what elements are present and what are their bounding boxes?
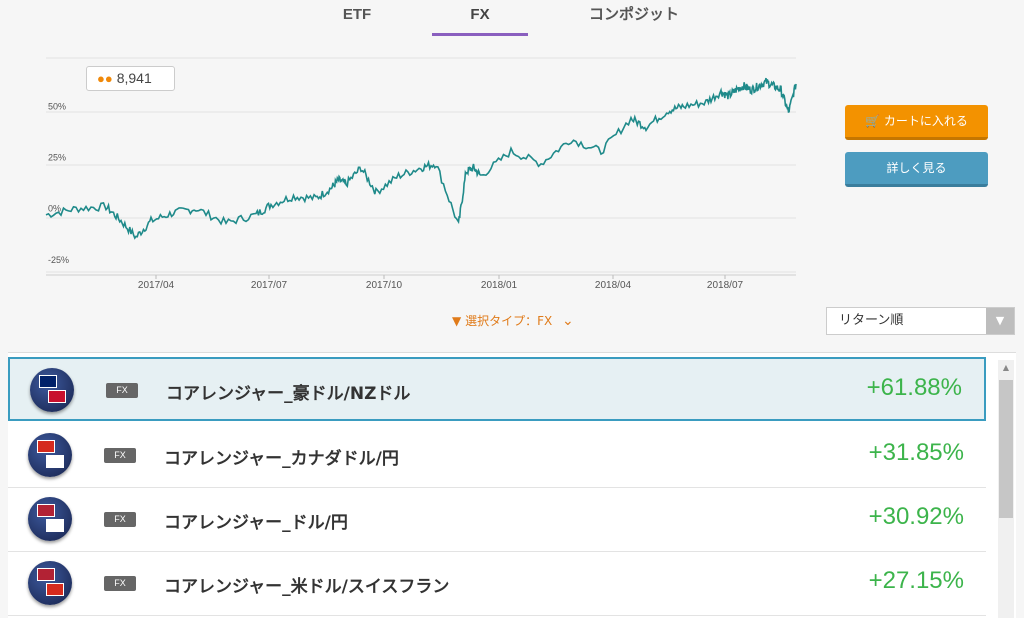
strategy-name: コアレンジャー_米ドル/スイスフラン [164, 577, 450, 597]
type-badge: FX [104, 576, 136, 591]
x-tick-label: 2018/04 [595, 280, 632, 291]
flag-base-icon [37, 568, 55, 581]
flag-quote-icon [48, 390, 66, 403]
dropdown-arrow-icon: ▼ [986, 308, 1014, 334]
list-item[interactable]: FX コアレンジャー_豪ドル/NZドル +61.88% [8, 357, 986, 421]
cart-button-label: カートに入れる [883, 114, 968, 128]
strategy-name: コアレンジャー_カナダドル/円 [164, 449, 399, 469]
flag-base-icon [39, 375, 57, 388]
user-count-badge: ●● 8,941 [86, 66, 175, 91]
type-badge: FX [104, 512, 136, 527]
flag-base-icon [37, 504, 55, 517]
y-tick-label: 25% [48, 153, 66, 163]
scrollbar-thumb[interactable] [999, 380, 1013, 518]
strategy-return: +61.88% [866, 374, 962, 401]
filter-icon: ▼ [452, 314, 462, 328]
detail-button-label: 詳しく見る [886, 161, 947, 175]
x-tick-label: 2018/07 [707, 280, 744, 291]
type-badge: FX [106, 383, 138, 398]
tab-etf[interactable]: ETF [322, 0, 392, 36]
sort-selected-value: リターン順 [839, 313, 904, 328]
type-badge: FX [104, 448, 136, 463]
sort-select[interactable]: リターン順 ▼ [826, 307, 1015, 335]
list-scrollbar[interactable]: ▲ [998, 360, 1014, 618]
strategy-return: +31.85% [868, 439, 964, 466]
x-tick-label: 2017/10 [366, 280, 403, 291]
scroll-up-icon[interactable]: ▲ [998, 360, 1014, 376]
users-icon: ●● [97, 71, 113, 86]
currency-flag-icon [28, 561, 72, 605]
list-item[interactable]: FX コアレンジャー_カナダドル/円 +31.85% [8, 424, 986, 488]
series-line [45, 77, 797, 240]
flag-quote-icon [46, 455, 64, 468]
filter-label: 選択タイプ：FX [465, 314, 553, 328]
detail-button[interactable]: 詳しく見る [845, 152, 988, 187]
add-to-cart-button[interactable]: 🛒 カートに入れる [845, 105, 988, 140]
cart-icon: 🛒 [865, 114, 881, 128]
x-tick-label: 2017/07 [251, 280, 288, 291]
currency-flag-icon [28, 497, 72, 541]
tab-composite[interactable]: コンポジット [575, 0, 693, 36]
y-tick-label: -25% [48, 255, 69, 265]
chevron-down-icon: ⌄ [562, 313, 574, 329]
flag-base-icon [37, 440, 55, 453]
type-filter[interactable]: ▼ 選択タイプ：FX ⌄ [452, 312, 574, 329]
strategy-name: コアレンジャー_豪ドル/NZドル [166, 384, 411, 404]
currency-flag-icon [28, 433, 72, 477]
tab-bar: ETF FX コンポジット [0, 0, 1024, 36]
strategy-name: コアレンジャー_ドル/円 [164, 513, 348, 533]
strategy-return: +27.15% [868, 567, 964, 594]
x-tick-label: 2018/01 [481, 280, 518, 291]
flag-quote-icon [46, 583, 64, 596]
list-item[interactable]: FX コアレンジャー_米ドル/スイスフラン +27.15% [8, 552, 986, 616]
strategy-return: +30.92% [868, 503, 964, 530]
x-tick-label: 2017/04 [138, 280, 175, 291]
tab-fx[interactable]: FX [432, 0, 528, 36]
flag-quote-icon [46, 519, 64, 532]
y-tick-label: 50% [48, 101, 66, 111]
list-item[interactable]: FX コアレンジャー_ドル/円 +30.92% [8, 488, 986, 552]
currency-flag-icon [30, 368, 74, 412]
user-count: 8,941 [116, 70, 152, 86]
